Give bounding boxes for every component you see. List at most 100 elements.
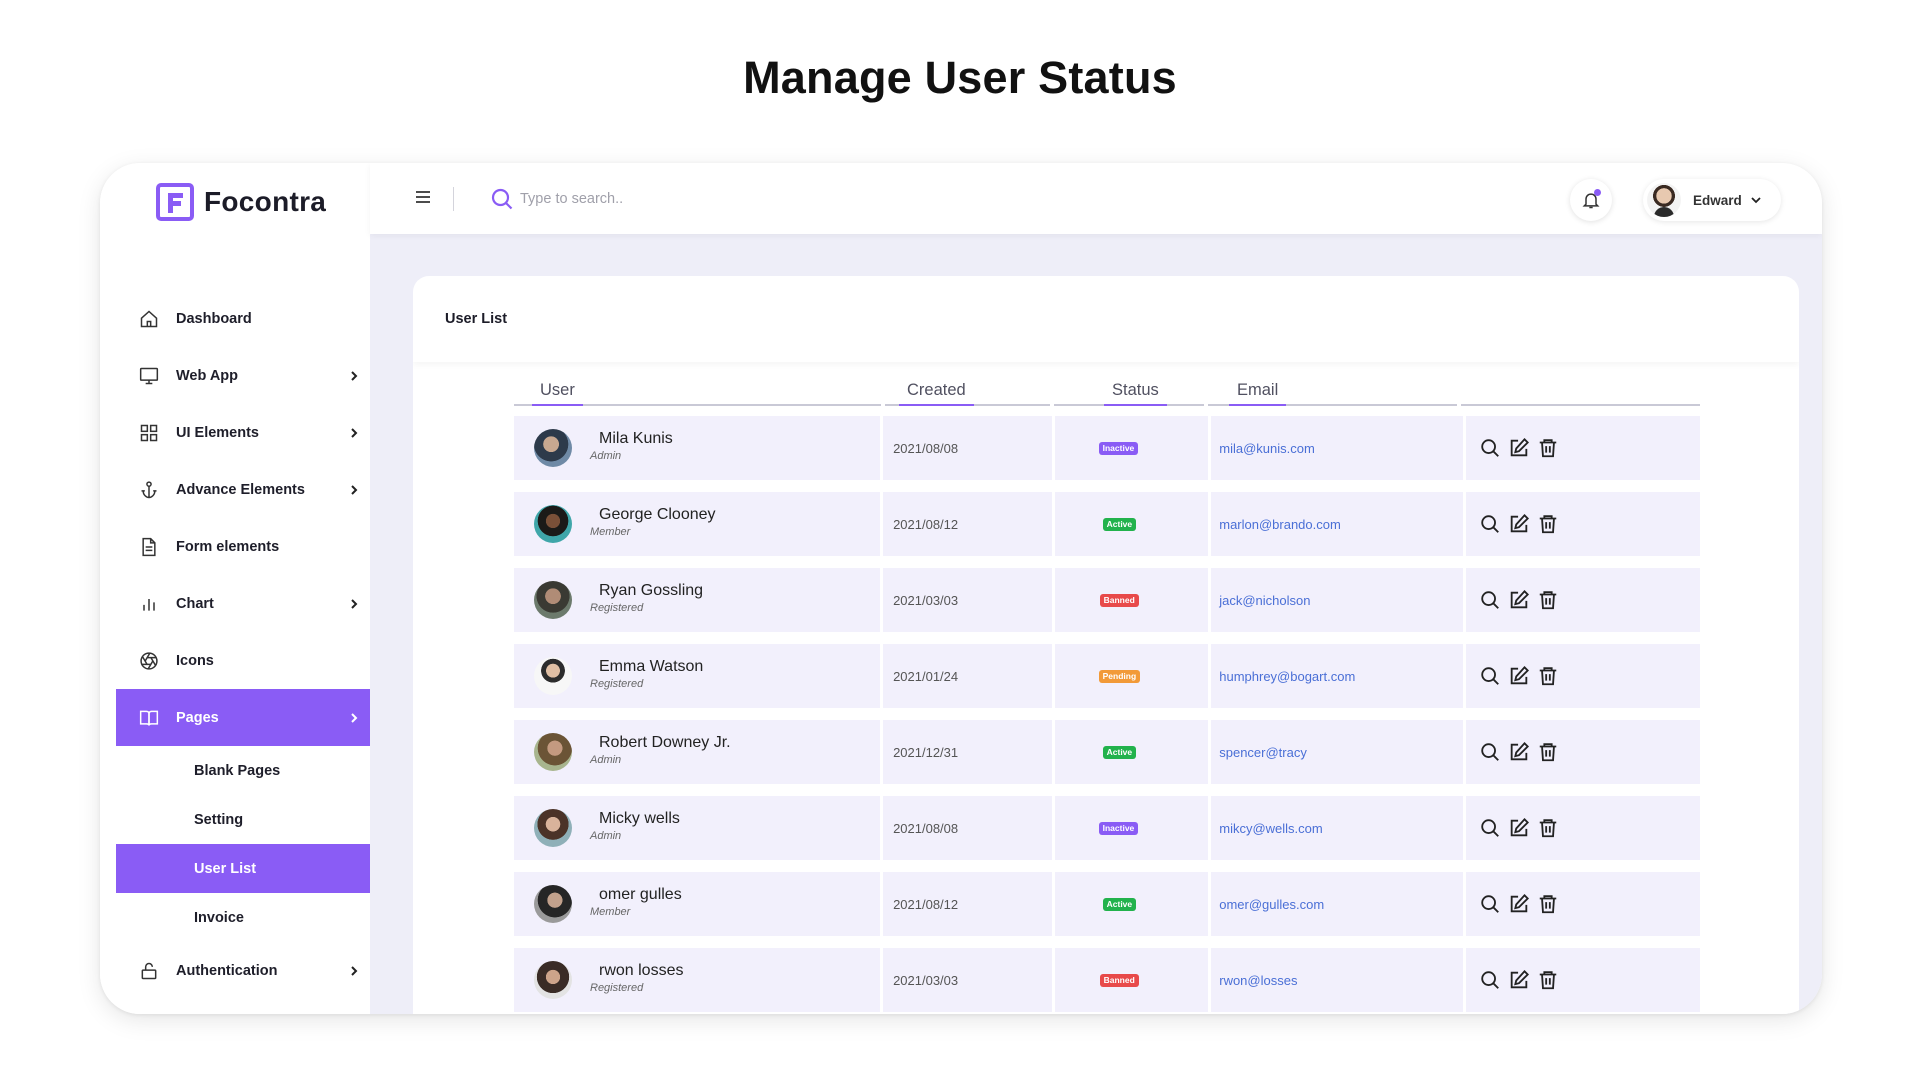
email-link[interactable]: jack@nicholson — [1219, 593, 1310, 608]
edit-icon[interactable] — [1508, 665, 1530, 687]
header-separator — [881, 404, 885, 406]
edit-icon[interactable] — [1508, 817, 1530, 839]
column-header-user[interactable]: User — [532, 362, 583, 406]
email-link[interactable]: humphrey@bogart.com — [1219, 669, 1355, 684]
view-icon[interactable] — [1479, 589, 1501, 611]
email-cell: rwon@losses — [1211, 948, 1463, 1012]
delete-icon[interactable] — [1537, 513, 1559, 535]
created-date: 2021/08/12 — [893, 897, 959, 912]
table-row[interactable]: Emma Watson Registered 2021/01/24 Pendin… — [514, 644, 1700, 708]
user-cell: George Clooney Member — [514, 492, 881, 556]
sidebar-item-ui-elements[interactable]: UI Elements — [116, 404, 370, 461]
menu-icon[interactable] — [414, 188, 432, 206]
table-row[interactable]: Micky wells Admin 2021/08/08 Inactive mi… — [514, 796, 1700, 860]
sidebar-item-dashboard[interactable]: Dashboard — [116, 290, 370, 347]
status-cell: Active — [1054, 720, 1209, 784]
sidebar-item-form-elements[interactable]: Form elements — [116, 518, 370, 575]
notification-button[interactable] — [1570, 179, 1612, 221]
delete-icon[interactable] — [1537, 589, 1559, 611]
user-list-card: User List User Created Status Email Mila… — [413, 276, 1799, 1014]
edit-icon[interactable] — [1508, 589, 1530, 611]
column-header-email[interactable]: Email — [1228, 362, 1287, 406]
email-link[interactable]: mikcy@wells.com — [1219, 821, 1322, 836]
document-icon — [138, 536, 160, 558]
email-cell: mikcy@wells.com — [1211, 796, 1463, 860]
email-cell: jack@nicholson — [1211, 568, 1463, 632]
status-badge: Active — [1102, 898, 1137, 911]
edit-icon[interactable] — [1508, 893, 1530, 915]
created-cell: 2021/03/03 — [883, 948, 1052, 1012]
search-input[interactable] — [520, 183, 820, 215]
view-icon[interactable] — [1479, 893, 1501, 915]
table-row[interactable]: Mila Kunis Admin 2021/08/08 Inactive mil… — [514, 416, 1700, 480]
created-cell: 2021/01/24 — [883, 644, 1052, 708]
column-header-status[interactable]: Status — [1104, 362, 1167, 406]
user-cell: omer gulles Member — [514, 872, 881, 936]
created-cell: 2021/08/12 — [883, 872, 1052, 936]
sidebar-subitem-invoice[interactable]: Invoice — [116, 893, 370, 942]
user-cell: rwon losses Registered — [514, 948, 881, 1012]
table-row[interactable]: Robert Downey Jr. Admin 2021/12/31 Activ… — [514, 720, 1700, 784]
sidebar-item-advance-elements[interactable]: Advance Elements — [116, 461, 370, 518]
sidebar-item-label: Chart — [176, 595, 214, 612]
view-icon[interactable] — [1479, 437, 1501, 459]
email-link[interactable]: spencer@tracy — [1219, 745, 1307, 760]
main-content: User List User Created Status Email Mila… — [370, 234, 1822, 1014]
table-row[interactable]: rwon losses Registered 2021/03/03 Banned… — [514, 948, 1700, 1012]
sidebar-item-web-app[interactable]: Web App — [116, 347, 370, 404]
view-icon[interactable] — [1479, 969, 1501, 991]
email-link[interactable]: marlon@brando.com — [1219, 517, 1341, 532]
created-date: 2021/08/08 — [893, 441, 959, 456]
user-name: Edward — [1693, 192, 1742, 208]
edit-icon[interactable] — [1508, 437, 1530, 459]
edit-icon[interactable] — [1508, 741, 1530, 763]
view-icon[interactable] — [1479, 665, 1501, 687]
view-icon[interactable] — [1479, 741, 1501, 763]
anchor-icon — [138, 479, 160, 501]
brand-name: Focontra — [204, 186, 327, 217]
user-cell: Micky wells Admin — [514, 796, 881, 860]
table-row[interactable]: omer gulles Member 2021/08/12 Active ome… — [514, 872, 1700, 936]
sidebar-item-pages[interactable]: Pages — [116, 689, 370, 746]
user-menu[interactable]: Edward — [1643, 179, 1781, 221]
view-icon[interactable] — [1479, 513, 1501, 535]
delete-icon[interactable] — [1537, 893, 1559, 915]
user-cell: Emma Watson Registered — [514, 644, 881, 708]
edit-icon[interactable] — [1508, 513, 1530, 535]
sidebar-subitem-setting[interactable]: Setting — [116, 795, 370, 844]
sidebar-subitem-blank-pages[interactable]: Blank Pages — [116, 746, 370, 795]
edit-icon[interactable] — [1508, 969, 1530, 991]
actions-cell — [1465, 796, 1700, 860]
delete-icon[interactable] — [1537, 969, 1559, 991]
status-cell: Inactive — [1054, 416, 1209, 480]
table-row[interactable]: Ryan Gossling Registered 2021/03/03 Bann… — [514, 568, 1700, 632]
user-name: Ryan Gossling — [599, 582, 704, 599]
delete-icon[interactable] — [1537, 741, 1559, 763]
email-link[interactable]: omer@gulles.com — [1219, 897, 1324, 912]
app-window: Focontra Dashboard Web App UI Elements A… — [100, 163, 1822, 1014]
sidebar-subitem-user-list[interactable]: User List — [116, 844, 370, 893]
sidebar-item-icons[interactable]: Icons — [116, 632, 370, 689]
column-header-created[interactable]: Created — [899, 362, 974, 406]
actions-cell — [1465, 492, 1700, 556]
status-cell: Active — [1054, 492, 1209, 556]
email-link[interactable]: mila@kunis.com — [1219, 441, 1315, 456]
status-badge: Inactive — [1098, 442, 1139, 455]
created-date: 2021/08/12 — [893, 517, 959, 532]
chevron-right-icon — [351, 370, 358, 381]
view-icon[interactable] — [1479, 817, 1501, 839]
delete-icon[interactable] — [1537, 817, 1559, 839]
status-cell: Pending — [1054, 644, 1209, 708]
email-link[interactable]: rwon@losses — [1219, 973, 1297, 988]
created-cell: 2021/12/31 — [883, 720, 1052, 784]
user-role: Registered — [590, 982, 644, 994]
delete-icon[interactable] — [1537, 665, 1559, 687]
lock-icon — [138, 960, 160, 982]
logo[interactable]: Focontra — [156, 183, 326, 221]
sidebar-item-authentication[interactable]: Authentication — [116, 942, 370, 999]
table-row[interactable]: George Clooney Member 2021/08/12 Active … — [514, 492, 1700, 556]
user-role: Member — [590, 906, 631, 918]
delete-icon[interactable] — [1537, 437, 1559, 459]
sidebar-item-chart[interactable]: Chart — [116, 575, 370, 632]
notification-dot — [1594, 189, 1601, 196]
